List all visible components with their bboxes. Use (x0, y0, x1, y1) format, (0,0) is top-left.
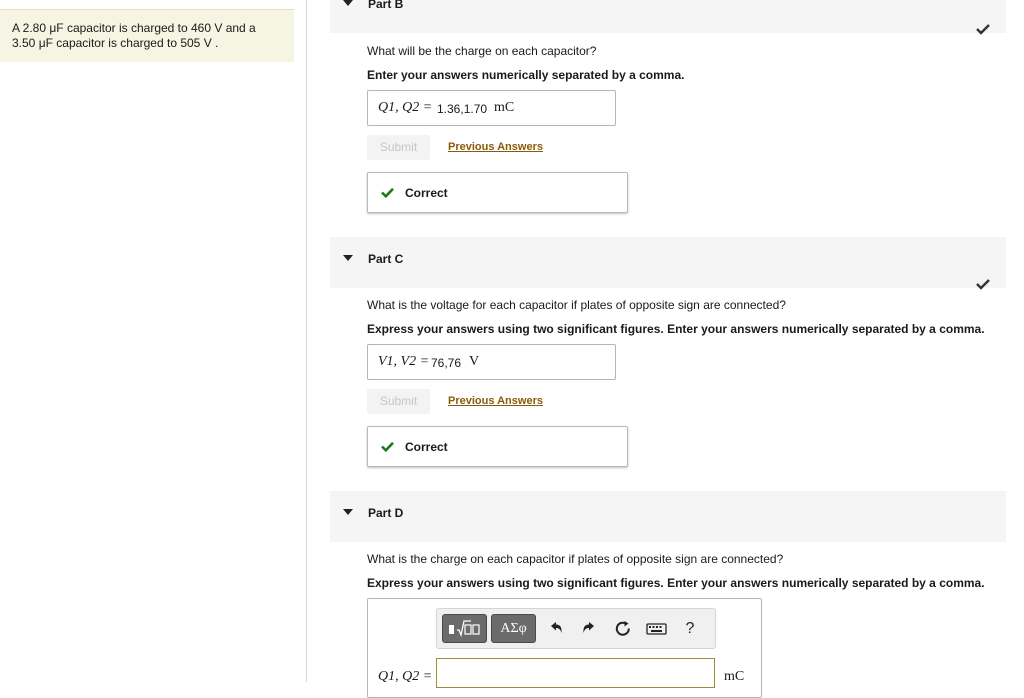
answer-unit: V (469, 354, 480, 369)
part-b-answer-field[interactable]: Q1, Q2 = 1.36,1.70 mC (367, 90, 616, 126)
part-b-title: Part B (368, 0, 404, 11)
green-check-icon (381, 441, 394, 452)
reset-button[interactable] (612, 614, 634, 643)
feedback-text: Correct (405, 440, 448, 454)
redo-button[interactable] (578, 614, 600, 643)
part-d-answer-unit: mC (724, 669, 745, 684)
templates-icon (449, 620, 480, 638)
templates-button[interactable] (442, 614, 487, 643)
greek-symbols-button[interactable]: ΑΣφ (491, 614, 536, 643)
complete-check-icon (976, 24, 990, 35)
problem-line-1: A 2.80 μF capacitor is charged to 460 V … (12, 21, 256, 35)
undo-icon (551, 622, 562, 633)
problem-line-2: 3.50 μF capacitor is charged to 505 V . (12, 36, 219, 50)
part-b-instruction: Enter your answers numerically separated… (367, 68, 685, 82)
part-c-submit-button[interactable]: Submit (367, 389, 430, 414)
problem-statement: A 2.80 μF capacitor is charged to 460 V … (0, 9, 294, 62)
undo-button[interactable] (545, 614, 567, 643)
feedback-text: Correct (405, 186, 448, 200)
part-d-answer-input[interactable] (436, 658, 715, 688)
reset-icon (615, 621, 630, 636)
part-d-header[interactable]: Part D (330, 491, 1006, 542)
complete-check-icon (976, 279, 990, 290)
math-toolbar: ΑΣφ ? (436, 608, 716, 649)
part-b-submit-button[interactable]: Submit (367, 135, 430, 160)
collapse-triangle-icon[interactable] (343, 255, 353, 261)
answer-value: 1.36,1.70 (437, 102, 488, 116)
answer-label: V1, V2 = (378, 354, 430, 369)
answer-unit: mC (494, 100, 515, 115)
help-button[interactable]: ? (680, 614, 700, 643)
part-b-header[interactable]: Part B (330, 0, 1006, 35)
collapse-triangle-icon[interactable] (343, 0, 353, 6)
part-c-feedback: Correct (367, 426, 628, 467)
keyboard-button[interactable] (644, 614, 670, 643)
part-c-previous-answers-link[interactable]: Previous Answers (448, 395, 543, 407)
part-b-question: What will be the charge on each capacito… (367, 44, 597, 58)
part-d-question: What is the charge on each capacitor if … (367, 552, 784, 566)
green-check-icon (381, 187, 394, 198)
part-c-question: What is the voltage for each capacitor i… (367, 298, 786, 312)
part-c-instruction: Express your answers using two significa… (367, 322, 985, 336)
answer-label: Q1, Q2 = (378, 100, 433, 115)
part-d-answer-label: Q1, Q2 = (378, 669, 433, 684)
redo-icon (583, 622, 594, 633)
column-divider (306, 0, 307, 682)
part-d-instruction: Express your answers using two significa… (367, 576, 985, 590)
part-c-answer-field[interactable]: V1, V2 = 76,76 V (367, 344, 616, 380)
answer-value: 76,76 (431, 356, 462, 370)
collapse-triangle-icon[interactable] (343, 509, 353, 515)
part-c-title: Part C (368, 252, 404, 266)
part-c-header[interactable]: Part C (330, 237, 1006, 290)
keyboard-icon (646, 623, 667, 635)
part-b-previous-answers-link[interactable]: Previous Answers (448, 141, 543, 153)
part-d-title: Part D (368, 506, 404, 520)
part-b-feedback: Correct (367, 172, 628, 213)
